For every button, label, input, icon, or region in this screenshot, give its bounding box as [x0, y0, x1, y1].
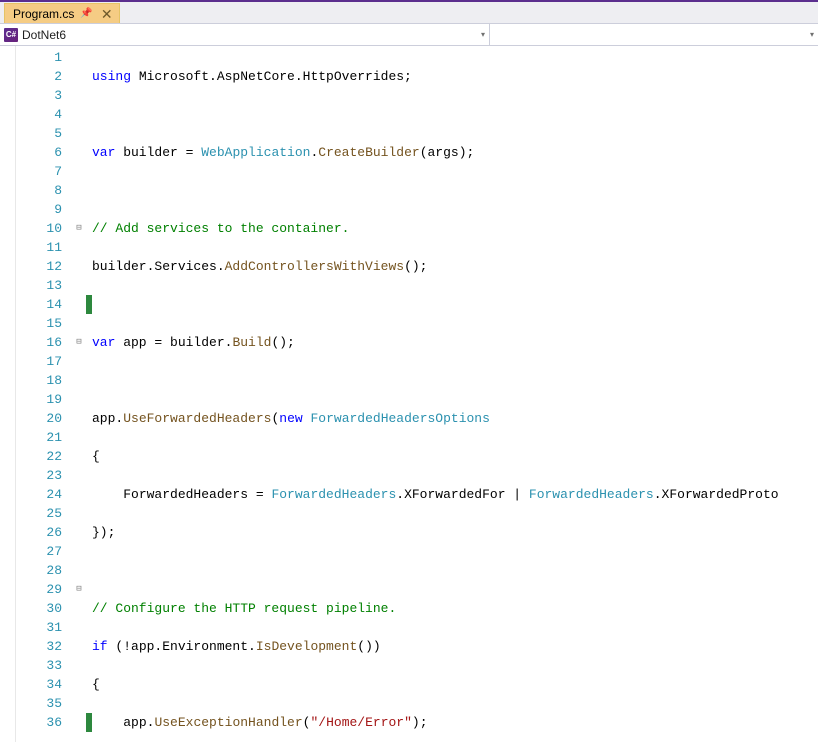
file-tab[interactable]: Program.cs 📌 ✕ — [4, 3, 120, 23]
member-dropdown[interactable]: ▾ — [490, 24, 818, 45]
fold-margin: ⊟ ⊟ ⊟ — [72, 46, 86, 742]
code-content[interactable]: using Microsoft.AspNetCore.HttpOverrides… — [92, 46, 818, 742]
code-editor[interactable]: 1234567891011121314151617181920212223242… — [0, 46, 818, 742]
line-number-gutter: 1234567891011121314151617181920212223242… — [16, 46, 72, 742]
breakpoint-margin[interactable] — [0, 46, 16, 742]
fold-toggle[interactable]: ⊟ — [72, 219, 86, 238]
close-icon[interactable]: ✕ — [99, 7, 115, 21]
chevron-down-icon: ▾ — [481, 30, 485, 39]
tab-label: Program.cs — [13, 7, 74, 21]
tab-bar: Program.cs 📌 ✕ — [0, 2, 818, 24]
fold-toggle[interactable]: ⊟ — [72, 333, 86, 352]
chevron-down-icon: ▾ — [810, 30, 814, 39]
navigation-bar: C# DotNet6 ▾ ▾ — [0, 24, 818, 46]
scope-label: DotNet6 — [22, 28, 66, 42]
scope-dropdown[interactable]: C# DotNet6 ▾ — [0, 24, 490, 45]
csharp-icon: C# — [4, 28, 18, 42]
fold-toggle[interactable]: ⊟ — [72, 580, 86, 599]
pin-icon[interactable]: 📌 — [80, 8, 92, 19]
